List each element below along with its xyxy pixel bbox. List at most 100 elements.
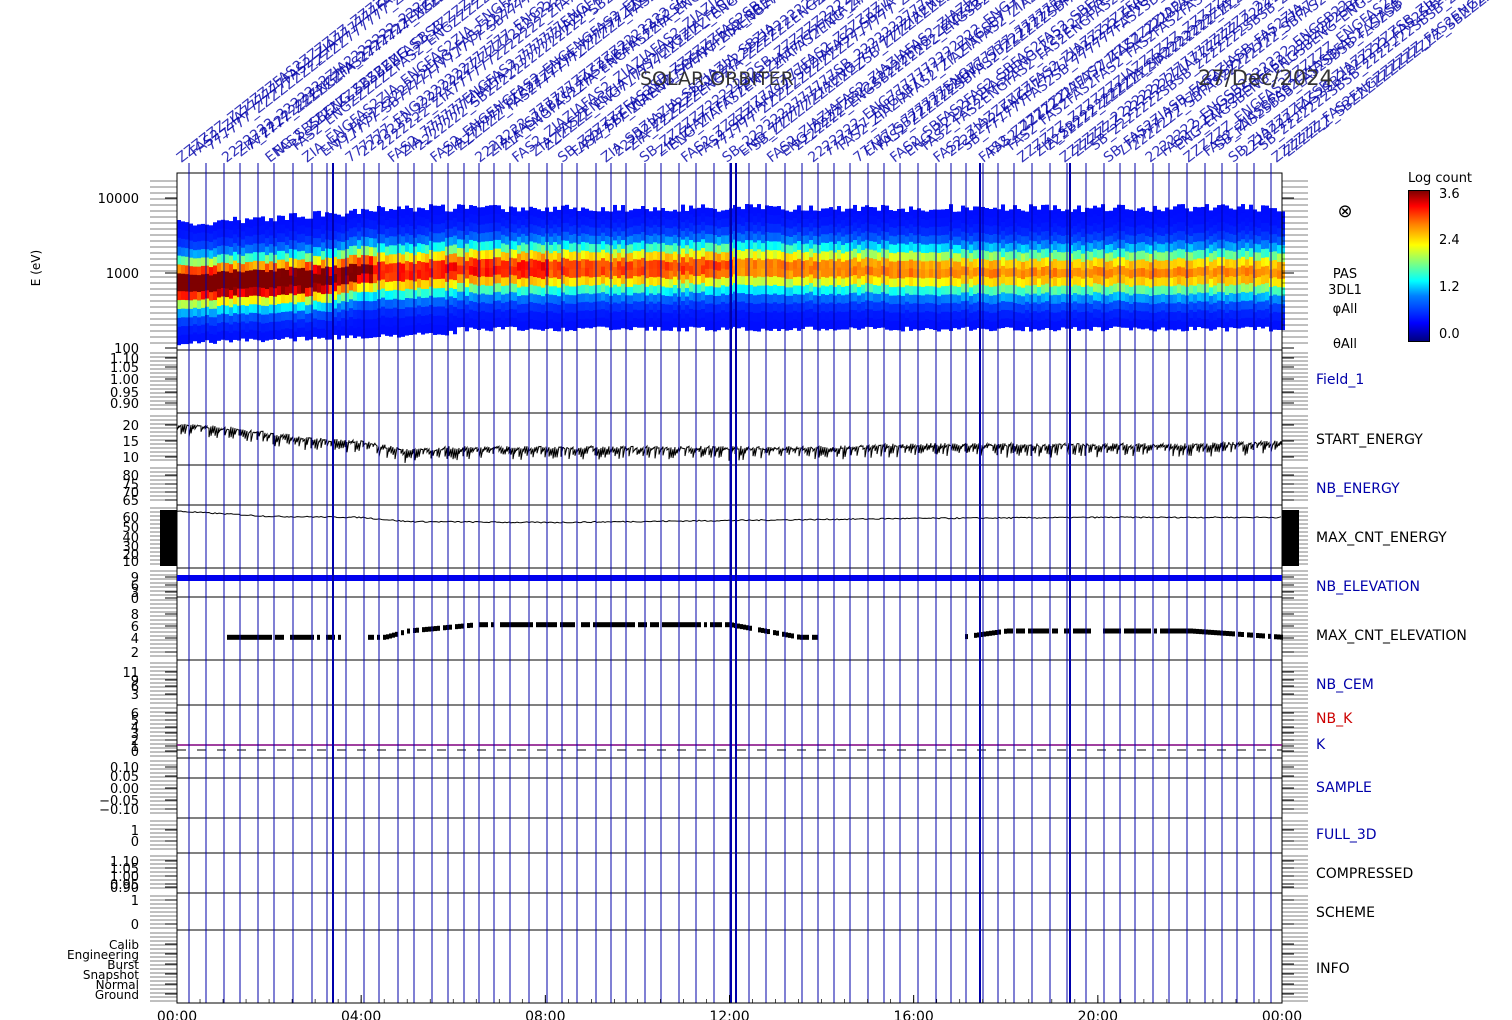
spectrogram-column (793, 209, 797, 329)
ytick-label: 15 (122, 435, 139, 450)
spectrogram-column (1141, 207, 1145, 330)
spectrogram-column (869, 207, 873, 328)
spectrogram-column (921, 210, 925, 331)
ytick-label: 4 (131, 632, 139, 647)
spectrogram-column (541, 211, 545, 331)
spectrogram-column (233, 216, 237, 340)
spectrogram-column (773, 206, 777, 329)
spectrogram-column (1225, 205, 1229, 332)
spectrogram-column (1257, 211, 1261, 327)
spectrogram-column (829, 207, 833, 330)
spectrogram-column (401, 209, 405, 337)
spectrogram-column (425, 210, 429, 334)
max-cnt-energy-line (176, 510, 1282, 524)
spectrogram-column (905, 211, 909, 327)
spectrogram-column (569, 209, 573, 331)
spectrogram-column (941, 209, 945, 330)
ytick-label: 10 (122, 555, 139, 570)
spectrogram-column (953, 211, 957, 329)
spectrogram-column (469, 205, 473, 328)
spectrogram-column (341, 216, 345, 336)
panel-label-compressed: COMPRESSED (1316, 866, 1413, 882)
spectrogram-column (1193, 206, 1197, 331)
panel-label-full_3d: FULL_3D (1316, 827, 1377, 843)
spectrogram-column (1053, 205, 1057, 332)
spectrogram-column (873, 207, 877, 329)
spectrogram-column (701, 204, 705, 328)
spectrogram-column (1001, 204, 1005, 329)
spectrogram-column (757, 204, 761, 332)
spectrogram-column (781, 209, 785, 330)
time-tick-label: 00:00 (1262, 1009, 1302, 1020)
spectrogram-column (201, 223, 205, 343)
spectrogram-column (861, 206, 865, 329)
spectrogram-column (265, 221, 269, 341)
spectrogram-column (813, 210, 817, 330)
spectrogram-column (957, 211, 961, 330)
panel-label-nb_cem: NB_CEM (1316, 677, 1374, 693)
spectrogram-column (1241, 204, 1245, 328)
spectrogram-column (197, 224, 201, 344)
spectrogram-column (877, 210, 881, 328)
panel-label-max_cnt_energy: MAX_CNT_ENERGY (1316, 530, 1447, 546)
spectrogram-column (893, 210, 897, 331)
spectrogram-column (845, 208, 849, 330)
spectrogram-column (421, 208, 425, 335)
spectrogram-column (1097, 207, 1101, 328)
ytick-label: 2 (131, 646, 139, 661)
spectrogram-column (1177, 204, 1181, 330)
spectrogram-column (513, 207, 517, 328)
chart-header-left: SOLAR ORBITER (640, 68, 794, 90)
spectrogram-column (521, 207, 525, 331)
spectrogram-column (565, 204, 569, 332)
spectrogram-column (673, 209, 677, 328)
spectrogram-column (285, 219, 289, 338)
spectrogram-icon: ⊗ (1337, 201, 1352, 222)
ytick-label: 3 (131, 688, 139, 703)
spectrogram-column (1025, 211, 1029, 327)
spectrogram-column (489, 205, 493, 332)
spectrogram-column (753, 207, 757, 332)
ytick-label: 0.90 (110, 397, 139, 412)
spectrogram-label-line: 3DL1 (1328, 283, 1362, 298)
spectrogram-column (649, 211, 653, 327)
spectrogram-column (229, 221, 233, 343)
ytick-label: 10000 (98, 192, 139, 207)
spectrogram-column (253, 217, 257, 340)
spectrogram-column (737, 206, 741, 329)
spectrogram-column (533, 207, 537, 330)
spectrogram-column (409, 207, 413, 335)
spectrogram-column (841, 211, 845, 330)
spectrogram-column (1113, 207, 1117, 327)
spectrogram-column (1109, 210, 1113, 328)
spectrogram-column (485, 205, 489, 331)
spectrogram-column (1021, 210, 1025, 332)
ytick-label: 10 (122, 451, 139, 466)
spectrogram-column (909, 206, 913, 331)
spectrogram-column (685, 210, 689, 332)
spectrogram-column (1233, 209, 1237, 329)
spectrogram-column (441, 204, 445, 335)
spectrogram-column (209, 225, 213, 343)
spectrogram-column (1093, 205, 1097, 327)
colorbar (1408, 190, 1430, 342)
spectrogram-column (261, 216, 265, 343)
panel-label-max_cnt_elevation: MAX_CNT_ELEVATION (1316, 628, 1467, 644)
spectrogram-column (389, 208, 393, 337)
spectrogram-column (741, 209, 745, 328)
colorbar-tick-label: 2.4 (1439, 233, 1460, 248)
time-tick-label: 16:00 (893, 1009, 933, 1020)
spectrogram-column (809, 205, 813, 327)
spectrogram-column (1157, 209, 1161, 330)
spectrogram-column (321, 216, 325, 338)
spectrogram-column (537, 209, 541, 330)
spectrogram-column (269, 218, 273, 340)
spectrogram-column (449, 211, 453, 331)
spectrogram-column (293, 213, 297, 342)
spectrogram-column (177, 220, 181, 346)
spectrogram-column (245, 218, 249, 342)
spectrogram-column (573, 207, 577, 331)
spectrogram-column (1125, 209, 1129, 328)
spectrogram-column (1217, 205, 1221, 328)
spectrogram-column (577, 210, 581, 328)
